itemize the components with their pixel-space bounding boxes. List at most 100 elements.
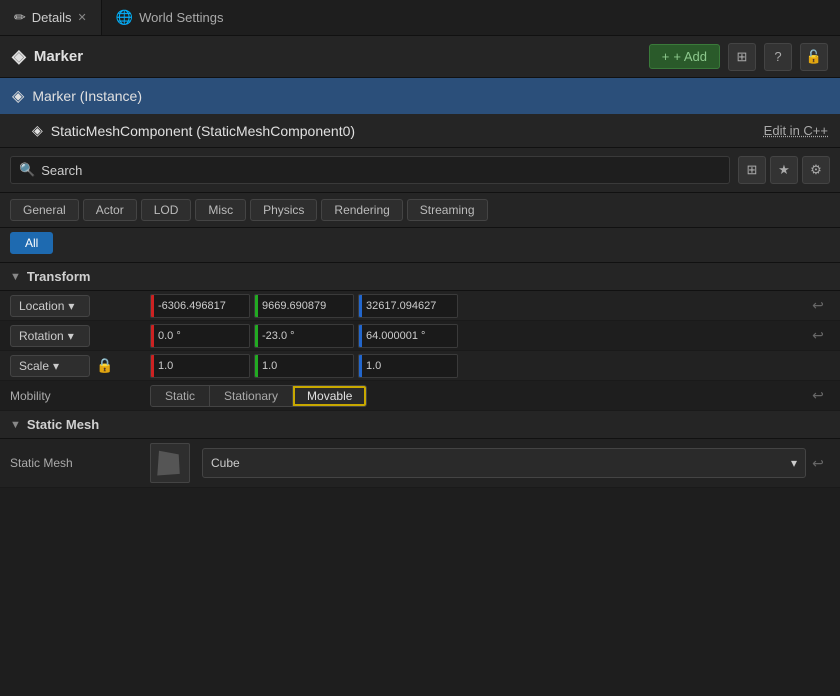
mesh-thumbnail	[150, 443, 190, 483]
details-tab-close[interactable]: ✕	[77, 11, 86, 24]
location-dropdown[interactable]: Location ▾	[10, 295, 90, 317]
blueprint-icon: ⊞	[737, 49, 748, 65]
rotation-label-cell: Rotation ▾	[10, 325, 150, 347]
transform-section-header[interactable]: ▼ Transform	[0, 263, 840, 291]
rotation-z-field[interactable]	[358, 324, 458, 348]
location-value-cell	[150, 294, 806, 318]
details-tab-label: Details	[32, 10, 72, 25]
header-actions: + + Add ⊞ ? 🔓	[649, 43, 828, 71]
location-y-field[interactable]	[254, 294, 354, 318]
search-icon: 🔍	[19, 162, 35, 178]
panel-header: ◈ Marker + + Add ⊞ ? 🔓	[0, 36, 840, 78]
marker-icon: ◈	[12, 46, 26, 67]
scale-dropdown[interactable]: Scale ▾	[10, 355, 90, 377]
static-mesh-reset[interactable]: ↩	[806, 455, 830, 472]
all-row: All	[0, 228, 840, 263]
scale-x-field[interactable]	[150, 354, 250, 378]
filter-tab-misc[interactable]: Misc	[195, 199, 246, 221]
search-input[interactable]	[41, 163, 721, 178]
lock-button[interactable]: 🔓	[800, 43, 828, 71]
filter-tabs: General Actor LOD Misc Physics Rendering…	[0, 193, 840, 228]
grid-view-button[interactable]: ⊞	[738, 156, 766, 184]
scale-lock-icon[interactable]: 🔒	[96, 357, 113, 374]
scale-value-cell	[150, 354, 830, 378]
add-label: + Add	[673, 49, 707, 64]
mobility-stationary-button[interactable]: Stationary	[210, 386, 293, 406]
location-x-field[interactable]	[150, 294, 250, 318]
location-x-input[interactable]	[154, 295, 249, 317]
tab-world-settings[interactable]: 🌐 World Settings	[102, 0, 238, 35]
rotation-x-input[interactable]	[154, 325, 249, 347]
component-section: ◈ Marker (Instance) ◈ StaticMeshComponen…	[0, 78, 840, 148]
mobility-label: Mobility	[10, 389, 51, 403]
tab-bar: ✏ Details ✕ 🌐 World Settings	[0, 0, 840, 36]
rotation-y-input[interactable]	[258, 325, 353, 347]
static-mesh-component-left: ◈ StaticMeshComponent (StaticMeshCompone…	[32, 122, 355, 139]
all-filter-button[interactable]: All	[10, 232, 53, 254]
star-icon: ★	[778, 162, 790, 178]
scale-z-input[interactable]	[362, 355, 457, 377]
mesh-dropdown[interactable]: Cube ▾	[202, 448, 806, 478]
filter-tab-actor[interactable]: Actor	[83, 199, 137, 221]
add-button[interactable]: + + Add	[649, 44, 720, 69]
help-icon: ?	[774, 49, 781, 64]
mobility-static-button[interactable]: Static	[151, 386, 210, 406]
panel-title-group: ◈ Marker	[12, 46, 83, 67]
blueprint-button[interactable]: ⊞	[728, 43, 756, 71]
location-reset[interactable]: ↩	[806, 297, 830, 314]
tab-details[interactable]: ✏ Details ✕	[0, 0, 102, 35]
main-content: ▼ Transform Location ▾ ↩	[0, 263, 840, 696]
marker-instance-label: Marker (Instance)	[32, 88, 142, 104]
settings-button[interactable]: ⚙	[802, 156, 830, 184]
rotation-dropdown[interactable]: Rotation ▾	[10, 325, 90, 347]
location-z-field[interactable]	[358, 294, 458, 318]
location-row: Location ▾ ↩	[0, 291, 840, 321]
static-mesh-section-header[interactable]: ▼ Static Mesh	[0, 411, 840, 439]
transform-arrow-icon: ▼	[10, 271, 21, 283]
location-z-input[interactable]	[362, 295, 457, 317]
cube-preview	[157, 451, 179, 476]
static-mesh-section-label: Static Mesh	[27, 417, 99, 432]
marker-instance-icon: ◈	[12, 86, 24, 106]
favorites-button[interactable]: ★	[770, 156, 798, 184]
world-settings-icon: 🌐	[116, 9, 133, 26]
edit-cpp-label: Edit in C++	[764, 123, 828, 138]
static-mesh-label: Static Mesh	[10, 456, 73, 470]
static-mesh-component-icon: ◈	[32, 122, 43, 139]
static-mesh-component-row[interactable]: ◈ StaticMeshComponent (StaticMeshCompone…	[0, 114, 840, 147]
scale-y-field[interactable]	[254, 354, 354, 378]
gear-icon: ⚙	[810, 162, 822, 178]
static-mesh-value-cell: Cube ▾	[150, 443, 806, 483]
scale-z-field[interactable]	[358, 354, 458, 378]
mobility-label-cell: Mobility	[10, 389, 150, 403]
rotation-z-input[interactable]	[362, 325, 457, 347]
rotation-reset[interactable]: ↩	[806, 327, 830, 344]
marker-instance-left: ◈ Marker (Instance)	[12, 86, 142, 106]
static-mesh-value-row: Static Mesh Cube ▾ ↩	[0, 439, 840, 488]
edit-cpp-button[interactable]: Edit in C++	[764, 123, 828, 138]
location-y-input[interactable]	[258, 295, 353, 317]
location-dropdown-arrow: ▾	[68, 299, 74, 313]
lock-icon: 🔓	[806, 49, 822, 65]
filter-tab-general[interactable]: General	[10, 199, 79, 221]
scale-label-cell: Scale ▾ 🔒	[10, 355, 150, 377]
rotation-row: Rotation ▾ ↩	[0, 321, 840, 351]
filter-tab-rendering[interactable]: Rendering	[321, 199, 402, 221]
scale-x-input[interactable]	[154, 355, 249, 377]
filter-tab-streaming[interactable]: Streaming	[407, 199, 488, 221]
panel-title: Marker	[34, 48, 83, 65]
search-actions: ⊞ ★ ⚙	[738, 156, 830, 184]
rotation-value-cell	[150, 324, 806, 348]
mobility-reset[interactable]: ↩	[806, 387, 830, 404]
rotation-x-field[interactable]	[150, 324, 250, 348]
mobility-row: Mobility Static Stationary Movable ↩	[0, 381, 840, 411]
scale-y-input[interactable]	[258, 355, 353, 377]
mobility-movable-button[interactable]: Movable	[293, 386, 366, 406]
location-label-cell: Location ▾	[10, 295, 150, 317]
rotation-y-field[interactable]	[254, 324, 354, 348]
filter-tab-physics[interactable]: Physics	[250, 199, 317, 221]
help-button[interactable]: ?	[764, 43, 792, 71]
marker-instance-row[interactable]: ◈ Marker (Instance)	[0, 78, 840, 114]
filter-tab-lod[interactable]: LOD	[141, 199, 192, 221]
static-mesh-label-cell: Static Mesh	[10, 456, 150, 470]
